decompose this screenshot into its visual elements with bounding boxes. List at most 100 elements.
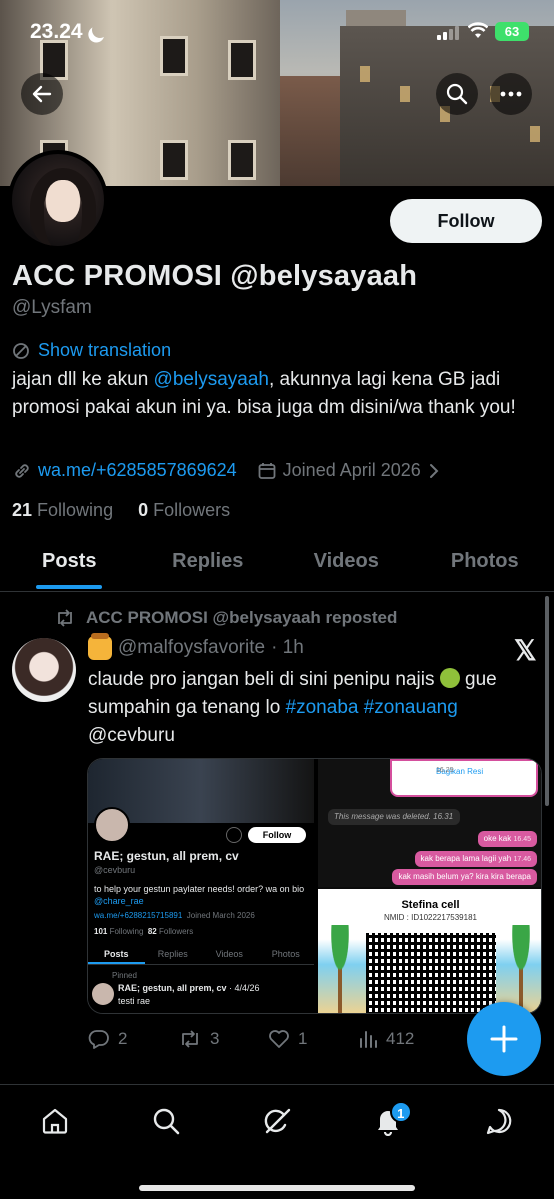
post-actions: 2 3 1 412 <box>88 1026 448 1052</box>
following-count: 21 <box>12 500 33 520</box>
qr-nmid: NMID : ID1022217539181 <box>384 913 477 922</box>
nav-grok[interactable] <box>247 1091 307 1151</box>
bio-mention-link[interactable]: @belysayaah <box>154 369 269 390</box>
follow-button[interactable]: Follow <box>390 199 542 243</box>
show-translation-link[interactable]: Show translation <box>12 340 171 361</box>
reply-button[interactable]: 2 <box>88 1029 178 1049</box>
like-button[interactable]: 1 <box>268 1029 358 1049</box>
repost-action-icon <box>182 1030 198 1048</box>
post-time: · 1h <box>271 637 304 658</box>
more-dots-icon <box>500 91 522 97</box>
media-tab-photos: Photos <box>271 949 300 959</box>
followers-link[interactable]: 0 Followers <box>138 500 230 520</box>
post-text: claude pro jangan beli di sini penipu na… <box>88 666 538 750</box>
media-deleted-message: This message was deleted. 16.31 <box>328 809 460 825</box>
post-media[interactable]: Follow RAE; gestun, all prem, cv @cevbur… <box>87 758 542 1014</box>
media-chat-bubble-1: oke kak 16.45 <box>477 831 537 847</box>
link-icon <box>15 463 29 478</box>
followers-count: 0 <box>138 500 149 520</box>
tab-photos-label: Photos <box>450 550 519 572</box>
media-joined: Joined March 2026 <box>186 911 255 920</box>
media-mail-icon <box>226 827 242 843</box>
media-pinned-name: RAE; gestun, all prem, cv <box>118 983 227 993</box>
palm-tree-left <box>320 925 360 1013</box>
media-tab-replies: Replies <box>157 949 188 959</box>
hashtag-zonauang[interactable]: #zonauang <box>364 697 458 718</box>
media-followers-count: 82 <box>147 927 157 936</box>
notifications-badge: 1 <box>389 1101 412 1123</box>
bubble2-text: kak berapa lama lagii yah <box>420 854 512 863</box>
tab-videos-label: Videos <box>313 550 379 572</box>
media-link: wa.me/+6288215715891 <box>94 911 183 920</box>
profile-website-link[interactable]: wa.me/+6285857869624 <box>38 460 237 481</box>
joined-date: Joined April 2026 <box>282 460 421 480</box>
follow-counts: 21 Following 0 Followers <box>12 500 230 521</box>
chevron-right-icon[interactable] <box>427 462 441 480</box>
post-text-1: claude pro jangan beli di sini penipu na… <box>88 669 440 690</box>
bubble3-text: kak masih belum ya? kira kira berapa <box>398 872 531 881</box>
tab-replies[interactable]: Replies <box>139 540 278 591</box>
repost-button[interactable]: 3 <box>178 1029 268 1049</box>
calendar-icon <box>258 462 276 479</box>
plus-icon <box>490 1025 518 1053</box>
media-followers-label: Followers <box>158 927 194 936</box>
cellular-signal-icon <box>437 26 459 40</box>
post-header: @malfoysfavorite · 1h <box>88 633 304 660</box>
media-following-count: 101 <box>94 927 108 936</box>
show-translation-label[interactable]: Show translation <box>38 340 171 361</box>
wifi-icon <box>468 22 488 38</box>
following-link[interactable]: 21 Following <box>12 500 113 520</box>
nav-home[interactable] <box>25 1091 85 1151</box>
followers-label: Followers <box>153 500 231 520</box>
post-author-handle[interactable]: @malfoysfavorite <box>118 637 265 659</box>
repost-label: ACC PROMOSI @belysayaah reposted <box>86 608 398 627</box>
media-image-profile-screenshot[interactable]: Follow RAE; gestun, all prem, cv @cevbur… <box>88 759 314 1013</box>
media-pinned-avatar <box>92 983 114 1005</box>
profile-avatar[interactable] <box>8 150 108 250</box>
media-chat-bubble-2: kak berapa lama lagii yah 17.46 <box>414 851 537 867</box>
bubble1-time: 16.45 <box>513 836 531 843</box>
compose-post-button[interactable] <box>467 1002 541 1076</box>
media-pinned-title: RAE; gestun, all prem, cv · 4/4/26 <box>118 983 260 993</box>
reply-count: 2 <box>118 1029 128 1048</box>
translate-icon <box>13 342 29 359</box>
nav-messages[interactable] <box>469 1091 529 1151</box>
do-not-disturb-icon <box>90 20 111 41</box>
search-button[interactable] <box>436 73 478 115</box>
media-counts: 101 Following 82 Followers <box>94 927 193 936</box>
more-options-button[interactable] <box>490 73 532 115</box>
media-chat-bubble-3: kak masih belum ya? kira kira berapa <box>392 869 537 885</box>
repost-icon <box>58 609 72 627</box>
post-author-avatar[interactable] <box>12 638 76 702</box>
views-button[interactable]: 412 <box>358 1029 448 1049</box>
hashtag-zonaba[interactable]: #zonaba <box>286 697 359 718</box>
media-pinned-label: Pinned <box>112 971 137 980</box>
media-meta: wa.me/+6288215715891 Joined March 2026 <box>94 911 255 920</box>
media-follow-label: Follow <box>248 827 306 843</box>
repost-indicator[interactable]: ACC PROMOSI @belysayaah reposted <box>54 608 397 628</box>
nav-search[interactable] <box>136 1091 196 1151</box>
profile-tabs: Posts Replies Videos Photos <box>0 540 554 592</box>
home-indicator[interactable] <box>139 1185 415 1191</box>
search-nav-icon <box>153 1108 180 1135</box>
media-pinned-text: testi rae <box>118 996 151 1006</box>
tab-posts[interactable]: Posts <box>0 540 139 591</box>
x-logo-icon: 𝕏 <box>514 635 537 666</box>
back-button[interactable] <box>21 73 63 115</box>
search-icon <box>446 83 468 105</box>
messages-icon <box>486 1108 511 1135</box>
profile-meta: wa.me/+6285857869624 Joined April 2026 <box>12 460 441 481</box>
media-image-chat-and-qr[interactable]: Bagikan Resi 16.29 This message was dele… <box>318 759 541 1013</box>
profile-display-name: ACC PROMOSI @belysayaah <box>12 260 418 292</box>
honey-pot-emoji-icon <box>88 633 112 660</box>
scrollbar[interactable] <box>545 596 549 806</box>
tab-photos[interactable]: Photos <box>416 540 554 591</box>
media-tab-videos: Videos <box>215 949 243 959</box>
following-label: Following <box>37 500 114 520</box>
palm-tree-right <box>501 925 541 1013</box>
tab-videos[interactable]: Videos <box>277 540 416 591</box>
status-time: 23.24 <box>30 20 83 43</box>
tab-posts-label: Posts <box>42 550 97 572</box>
arrow-left-icon <box>32 85 52 103</box>
nav-notifications[interactable]: 1 <box>358 1091 418 1151</box>
